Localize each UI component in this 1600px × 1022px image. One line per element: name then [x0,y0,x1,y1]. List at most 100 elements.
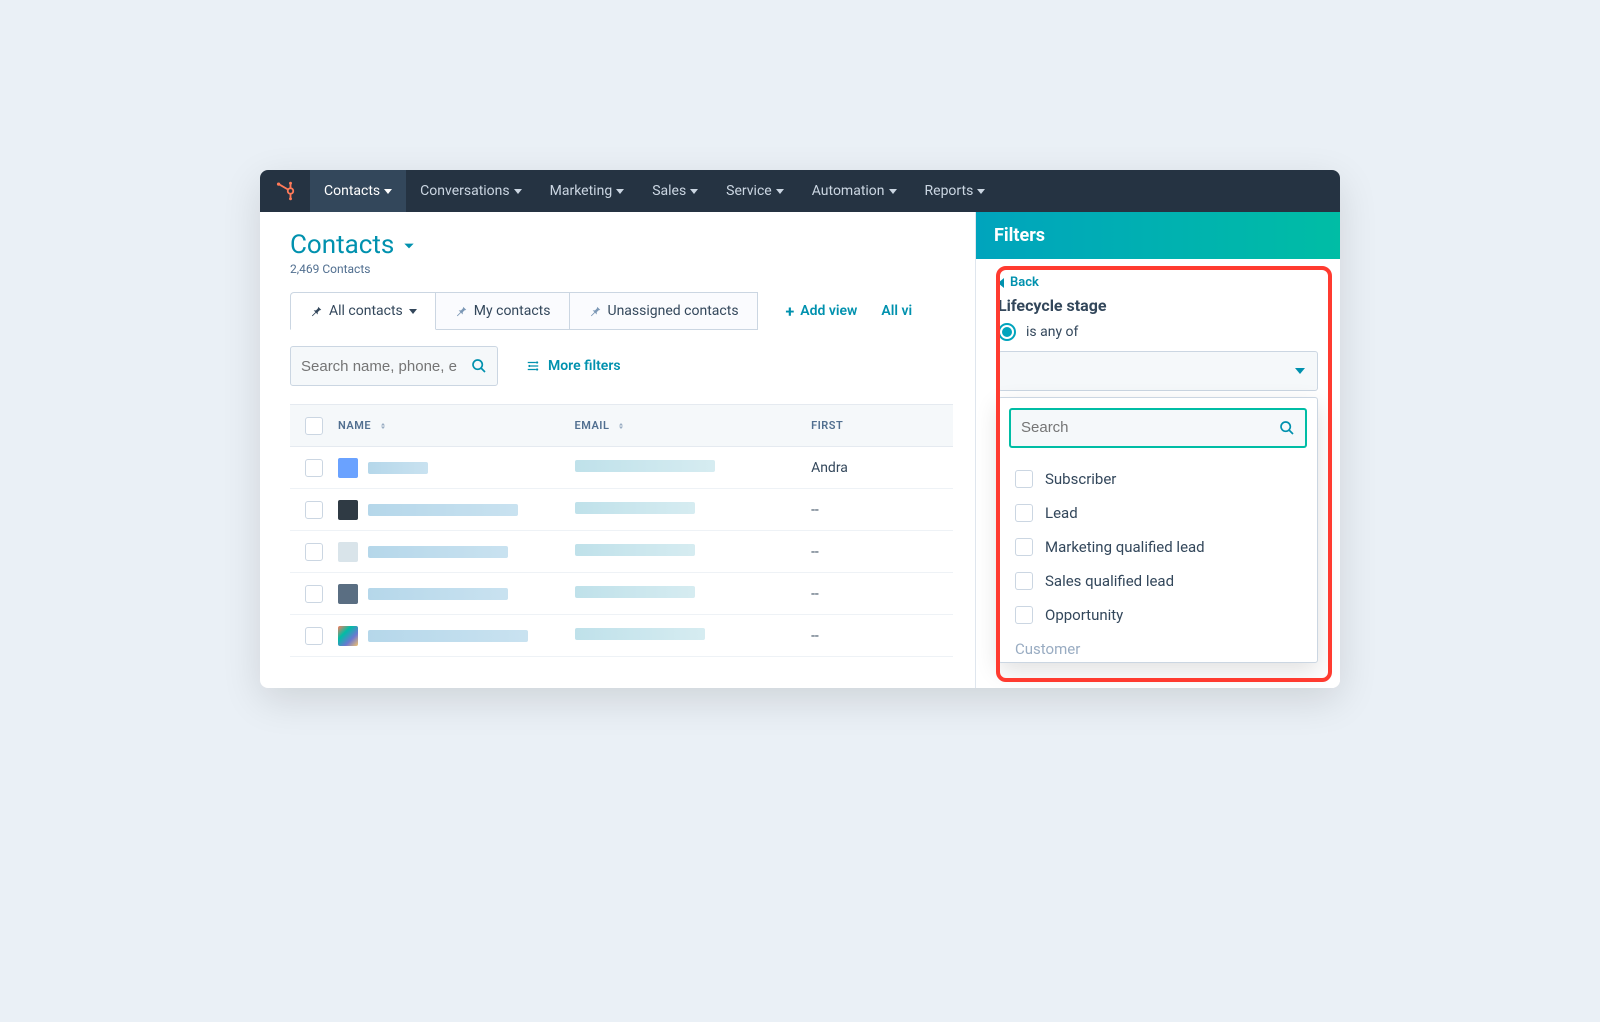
nav-item-automation[interactable]: Automation [798,170,911,212]
nav-item-sales[interactable]: Sales [638,170,712,212]
redacted-text [368,588,508,600]
nav-item-marketing[interactable]: Marketing [536,170,639,212]
back-link[interactable]: Back [998,275,1039,290]
dd-item-subscriber[interactable]: Subscriber [1009,462,1307,496]
nav-label: Contacts [324,183,380,199]
column-first[interactable]: FIRST [811,419,953,432]
chevron-down-icon [776,189,784,194]
option-label: Lead [1045,504,1078,522]
col-label: NAME [338,419,371,432]
cell-email [575,502,812,518]
dropdown: Subscriber Lead Marketing qualified lead… [998,397,1318,663]
nav-item-service[interactable]: Service [712,170,798,212]
search-input[interactable] [301,358,463,375]
select-all-cell[interactable] [290,417,338,435]
search-icon [1279,420,1295,436]
checkbox-icon [305,501,323,519]
logo-cell[interactable] [260,170,310,212]
nav-item-conversations[interactable]: Conversations [406,170,535,212]
cell-email [575,586,812,602]
add-view-label: Add view [800,303,857,319]
row-checkbox[interactable] [290,501,338,519]
redacted-text [368,462,428,474]
row-checkbox[interactable] [290,459,338,477]
cell-email [575,628,812,644]
dd-item-sql[interactable]: Sales qualified lead [1009,564,1307,598]
dd-item-opportunity[interactable]: Opportunity [1009,598,1307,632]
search-box[interactable] [290,346,498,386]
filter-title: Lifecycle stage [998,296,1318,315]
cell-email [575,460,812,476]
table-row[interactable]: -- [290,489,953,531]
chevron-down-icon [384,189,392,194]
pin-icon [454,304,468,318]
nav-item-reports[interactable]: Reports [911,170,1000,212]
radio-icon [998,323,1016,341]
checkbox-icon [305,417,323,435]
page-title: Contacts [290,230,394,260]
sort-icon [615,420,627,432]
more-filters-button[interactable]: More filters [526,358,621,374]
column-email[interactable]: EMAIL [575,419,812,432]
avatar [338,500,358,520]
tab-all-contacts[interactable]: All contacts [290,292,436,330]
pin-icon [309,304,323,318]
redacted-text [575,544,695,556]
chevron-down-icon [977,189,985,194]
table-row[interactable]: Andra [290,447,953,489]
tab-label: Unassigned contacts [608,303,739,319]
chevron-down-icon [1295,368,1305,374]
filters-panel: Filters Back Lifecycle stage is any of S… [975,212,1340,688]
redacted-text [368,546,508,558]
cell-name [338,542,575,562]
dropdown-search[interactable] [1009,408,1307,448]
option-label: Sales qualified lead [1045,572,1174,590]
table-row[interactable]: -- [290,531,953,573]
checkbox-icon [305,543,323,561]
content: Contacts 2,469 Contacts All contacts My … [260,212,975,688]
cell-first: -- [811,502,953,518]
radio-is-any-of[interactable]: is any of [998,323,1318,341]
select-trigger[interactable] [998,351,1318,391]
page-subtitle: 2,469 Contacts [290,262,953,276]
chevron-down-icon [889,189,897,194]
redacted-text [575,628,705,640]
dropdown-search-input[interactable] [1021,419,1269,436]
views-row: All contacts My contacts Unassigned cont… [290,292,953,330]
cell-first: Andra [811,460,953,476]
plus-icon: + [786,302,795,321]
add-view-button[interactable]: + Add view [758,302,876,321]
checkbox-icon [1015,572,1033,590]
dd-item-lead[interactable]: Lead [1009,496,1307,530]
tab-my-contacts[interactable]: My contacts [436,292,570,330]
checkbox-icon [1015,470,1033,488]
option-label: Opportunity [1045,606,1123,624]
page-title-row[interactable]: Contacts [290,230,953,260]
cell-name [338,500,575,520]
checkbox-icon [305,585,323,603]
hubspot-logo-icon [274,180,296,202]
back-label: Back [1010,275,1039,290]
col-label: FIRST [811,419,843,432]
all-views-link[interactable]: All vi [875,303,912,319]
checkbox-icon [1015,504,1033,522]
table: NAME EMAIL FIRST Andra [290,404,953,657]
table-row[interactable]: -- [290,615,953,657]
tab-label: All contacts [329,303,403,319]
more-filters-label: More filters [548,358,621,374]
table-row[interactable]: -- [290,573,953,615]
cell-email [575,544,812,560]
dd-item-truncated: Customer [999,640,1317,662]
row-checkbox[interactable] [290,627,338,645]
chevron-left-icon [998,278,1004,288]
search-icon [471,358,487,374]
avatar [338,584,358,604]
option-label: Subscriber [1045,470,1116,488]
nav-item-contacts[interactable]: Contacts [310,170,406,212]
row-checkbox[interactable] [290,543,338,561]
nav-label: Sales [652,183,686,199]
tab-unassigned-contacts[interactable]: Unassigned contacts [570,292,758,330]
column-name[interactable]: NAME [338,419,575,432]
dd-item-mql[interactable]: Marketing qualified lead [1009,530,1307,564]
row-checkbox[interactable] [290,585,338,603]
